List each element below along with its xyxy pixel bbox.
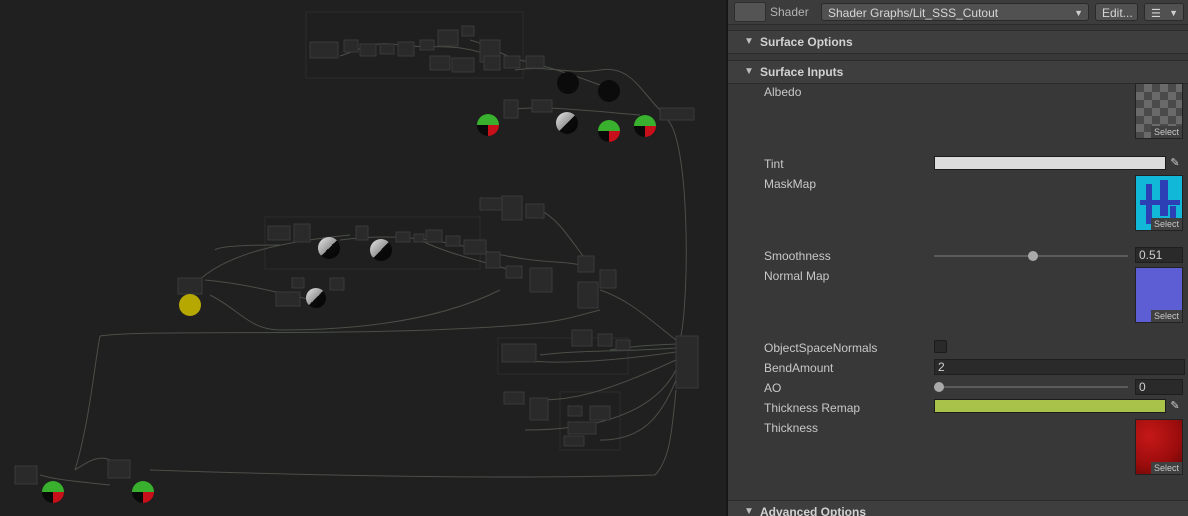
- list-icon: ☰: [1151, 8, 1161, 20]
- section-surface-inputs[interactable]: ▼ Surface Inputs: [728, 60, 1188, 84]
- section-title: Advanced Options: [760, 505, 867, 516]
- shader-dropdown-value: Shader Graphs/Lit_SSS_Cutout: [828, 6, 999, 20]
- smoothness-label: Smoothness: [764, 249, 831, 263]
- foldout-arrow-icon: ▼: [744, 506, 754, 516]
- ao-label: AO: [764, 381, 782, 395]
- ao-value-field[interactable]: 0: [1135, 379, 1183, 395]
- select-button[interactable]: Select: [1150, 218, 1182, 230]
- thickness-label: Thickness: [764, 421, 819, 435]
- eyedropper-icon[interactable]: ✎: [1168, 156, 1182, 170]
- select-button[interactable]: Select: [1150, 310, 1182, 322]
- tint-color-field[interactable]: [934, 156, 1166, 170]
- select-button[interactable]: Select: [1150, 126, 1182, 138]
- thickness-remap-label: Thickness Remap: [764, 401, 861, 415]
- bend-amount-label: BendAmount: [764, 361, 834, 375]
- mask-map-label: MaskMap: [764, 177, 817, 191]
- shader-dropdown[interactable]: Shader Graphs/Lit_SSS_Cutout ▼: [821, 3, 1089, 21]
- foldout-arrow-icon: ▼: [744, 36, 754, 47]
- eyedropper-icon[interactable]: ✎: [1168, 399, 1182, 413]
- section-title: Surface Options: [760, 35, 853, 49]
- section-surface-options[interactable]: ▼ Surface Options: [728, 30, 1188, 54]
- ao-slider[interactable]: [934, 386, 1128, 388]
- bend-amount-field[interactable]: 2: [934, 359, 1185, 375]
- shader-label: Shader: [770, 5, 809, 19]
- section-title: Surface Inputs: [760, 65, 844, 79]
- rgb-preview-sphere: [132, 481, 154, 503]
- object-space-normals-checkbox[interactable]: [934, 340, 947, 353]
- normal-map-label: Normal Map: [764, 269, 830, 283]
- foldout-arrow-icon: ▼: [744, 66, 754, 77]
- smoothness-value-field[interactable]: 0.51: [1135, 247, 1183, 263]
- inspector-header: Shader Shader Graphs/Lit_SSS_Cutout ▼ Ed…: [728, 0, 1188, 25]
- select-button[interactable]: Select: [1150, 462, 1182, 474]
- albedo-texture-slot[interactable]: Select: [1135, 83, 1183, 139]
- tint-label: Tint: [764, 157, 784, 171]
- node-graph[interactable]: [0, 0, 726, 516]
- chevron-down-icon: ▼: [1074, 8, 1083, 18]
- rgb-preview-sphere: [42, 481, 64, 503]
- rgb-preview-sphere: [634, 115, 656, 137]
- chevron-down-icon: ▼: [1169, 8, 1178, 18]
- thickness-remap-color-field[interactable]: [934, 399, 1166, 413]
- smoothness-slider-knob[interactable]: [1027, 251, 1038, 261]
- edit-button[interactable]: Edit...: [1095, 3, 1138, 21]
- thickness-texture-slot[interactable]: Select: [1135, 419, 1183, 475]
- material-inspector: Shader Shader Graphs/Lit_SSS_Cutout ▼ Ed…: [728, 0, 1188, 516]
- rgb-preview-sphere: [598, 120, 620, 142]
- mask-map-texture-slot[interactable]: Select: [1135, 175, 1183, 231]
- shader-graph-canvas[interactable]: [0, 0, 726, 516]
- shader-icon: [734, 2, 766, 22]
- normal-map-texture-slot[interactable]: Select: [1135, 267, 1183, 323]
- rgb-preview-sphere: [477, 114, 499, 136]
- edit-button-label: Edit...: [1102, 6, 1133, 20]
- list-menu-button[interactable]: ☰ ▼: [1144, 3, 1184, 21]
- ao-slider-knob[interactable]: [934, 382, 944, 392]
- section-advanced-options[interactable]: ▼ Advanced Options: [728, 500, 1188, 516]
- object-space-normals-label: ObjectSpaceNormals: [764, 341, 878, 355]
- albedo-label: Albedo: [764, 85, 802, 99]
